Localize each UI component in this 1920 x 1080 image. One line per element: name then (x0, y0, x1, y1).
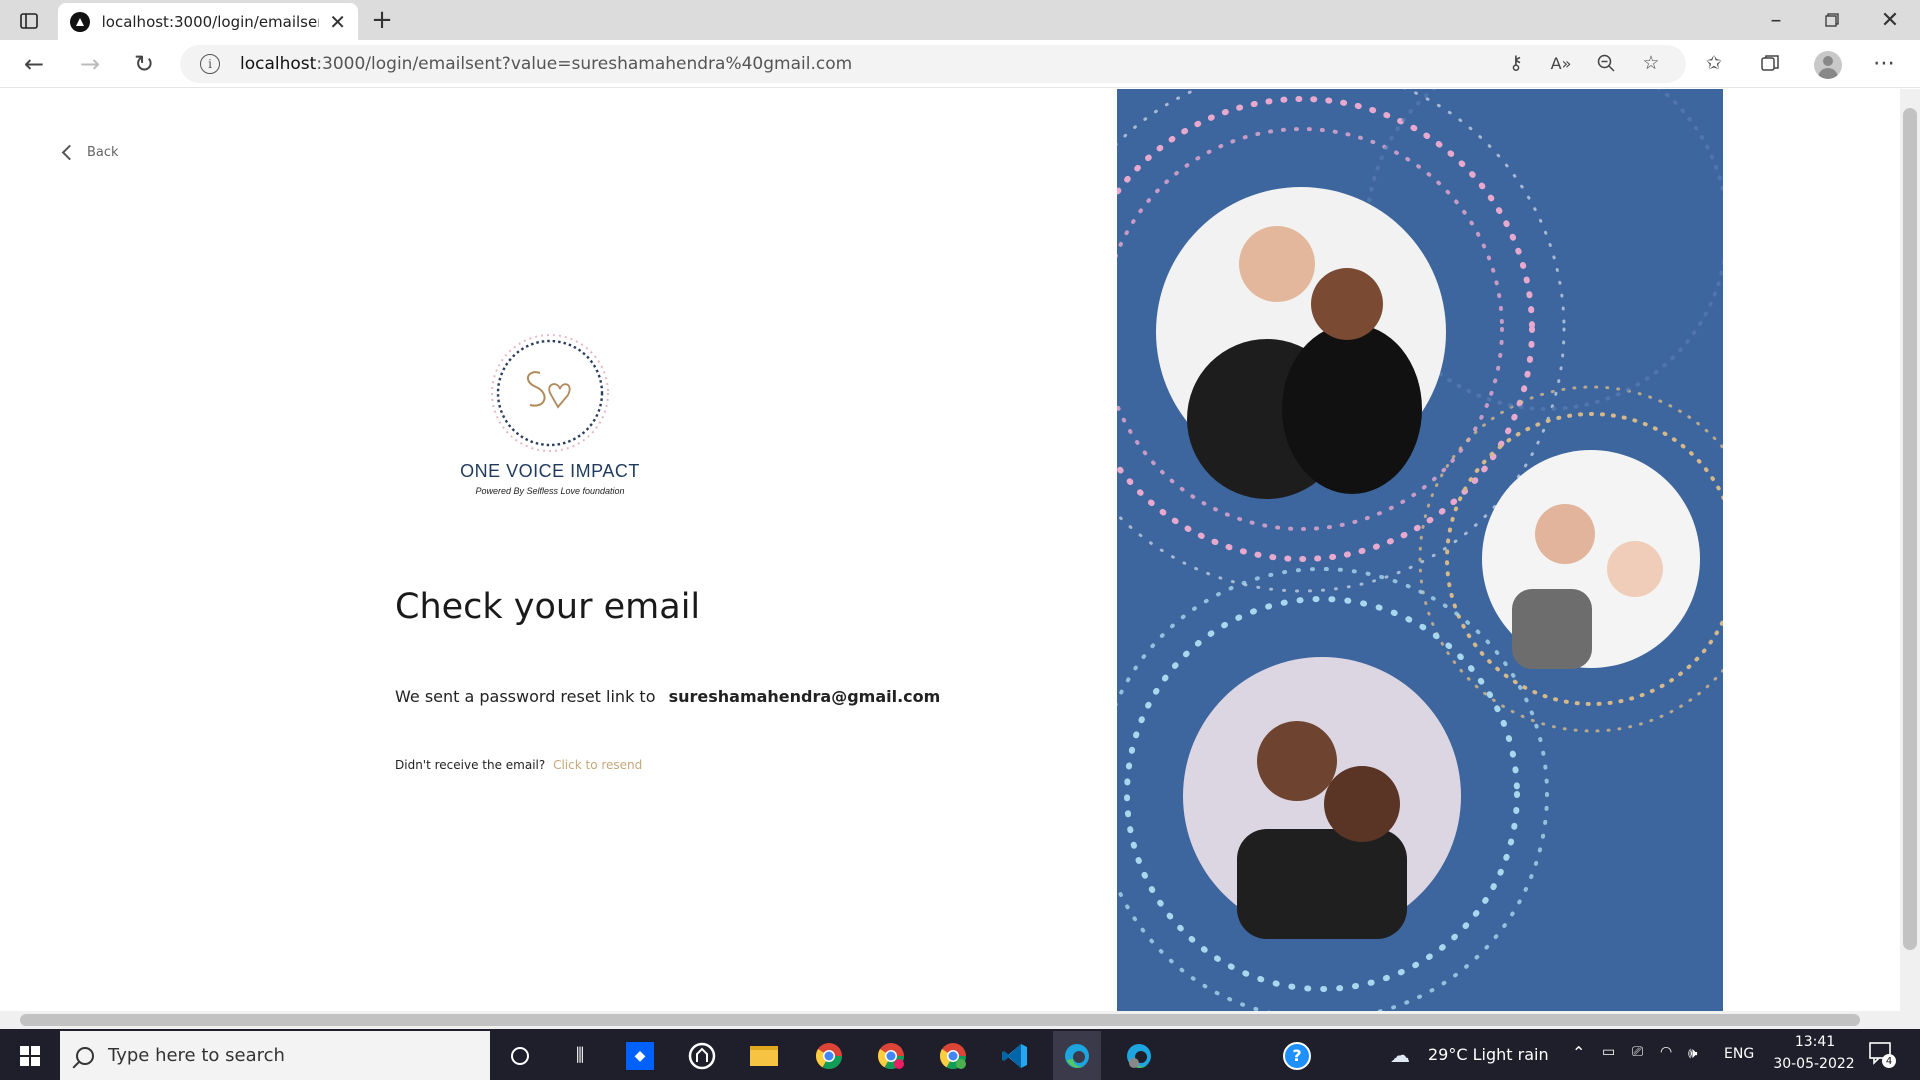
settings-more-icon[interactable]: ⋯ (1868, 47, 1900, 79)
chevron-left-icon (61, 144, 78, 161)
key-icon[interactable]: ⚷ (1500, 47, 1532, 79)
notifications-icon[interactable]: 4 (1868, 1040, 1896, 1068)
edge-profile-icon[interactable] (1115, 1031, 1163, 1080)
url-host: localhost (240, 54, 317, 74)
add-favorite-star-icon[interactable]: ☆ (1635, 47, 1667, 79)
github-desktop-icon[interactable] (678, 1031, 726, 1080)
hero-image-panel (1117, 89, 1723, 1011)
network-icon[interactable]: ◠ (1660, 1044, 1672, 1060)
tab-actions-icon[interactable] (14, 6, 44, 36)
address-bar[interactable]: i localhost:3000/login/emailsent?value=s… (180, 45, 1686, 83)
hero-illustration (1117, 89, 1723, 1011)
page-title: Check your email (395, 587, 701, 627)
site-favicon-icon (70, 11, 90, 32)
back-arrow-icon[interactable]: ← (18, 48, 50, 80)
active-tab[interactable]: localhost:3000/login/emailsent?value=sur… (58, 3, 358, 40)
resend-link[interactable]: Click to resend (553, 758, 642, 772)
taskbar-search-box[interactable]: Type here to search (60, 1031, 490, 1080)
close-tab-icon[interactable]: ✕ (329, 10, 346, 34)
read-aloud-icon[interactable]: A» (1545, 47, 1577, 79)
file-explorer-icon[interactable] (740, 1031, 788, 1080)
folder-shape (750, 1045, 778, 1066)
help-icon[interactable]: ? (1273, 1031, 1321, 1080)
brand-name: ONE VOICE IMPACT (460, 461, 640, 481)
battery-icon[interactable]: ▭ (1602, 1044, 1615, 1060)
weather-cloud-icon[interactable]: ☁ (1390, 1043, 1410, 1067)
new-tab-button[interactable]: + (366, 4, 398, 36)
page-viewport: Back ONE VOICE IMPACT Powered By Selfles… (0, 89, 1900, 1011)
notification-count-badge: 4 (1882, 1054, 1896, 1068)
close-window-button[interactable]: ✕ (1874, 4, 1906, 36)
reset-link-message: We sent a password reset link to suresha… (395, 687, 940, 706)
vertical-scroll-thumb[interactable] (1903, 108, 1917, 950)
collections-icon[interactable] (1754, 47, 1786, 79)
search-icon (76, 1046, 94, 1065)
forward-arrow-icon[interactable]: → (74, 48, 106, 80)
reset-message-text: We sent a password reset link to (395, 687, 656, 706)
url-path: :3000/login/emailsent?value=sureshamahen… (316, 54, 853, 74)
zoom-out-icon[interactable] (1590, 47, 1622, 79)
restore-window-button[interactable] (1816, 4, 1848, 36)
resend-row: Didn't receive the email? Click to resen… (395, 758, 642, 772)
brand-logo-mark-icon (491, 334, 609, 452)
edge-browser-icon[interactable] (1053, 1031, 1101, 1080)
task-view-icon[interactable]: ⫼ (556, 1031, 604, 1080)
dropbox-icon[interactable]: ◆ (616, 1031, 664, 1080)
back-label: Back (87, 145, 119, 160)
clock-time[interactable]: 13:41 (1780, 1034, 1850, 1050)
cortana-icon[interactable] (496, 1031, 544, 1080)
vscode-icon[interactable] (991, 1031, 1039, 1080)
tab-title: localhost:3000/login/emailsent?value=sur… (101, 12, 320, 31)
chrome-profile-1-icon[interactable] (805, 1031, 853, 1080)
avatar-head (1823, 56, 1833, 66)
dropbox-tile: ◆ (626, 1041, 654, 1070)
horizontal-scroll-thumb[interactable] (20, 1014, 1860, 1026)
site-info-icon[interactable]: i (200, 54, 220, 74)
device-icon[interactable]: ⎚ (1632, 1044, 1643, 1060)
favorites-icon[interactable]: ✩ (1698, 47, 1730, 79)
windows-start-icon[interactable] (6, 1031, 54, 1080)
help-badge: ? (1283, 1041, 1311, 1070)
volume-icon[interactable]: 🕪 (1688, 1044, 1697, 1062)
chrome-profile-3-icon[interactable] (929, 1031, 977, 1080)
brand-tagline: Powered By Selfless Love foundation (475, 486, 625, 496)
resend-prompt: Didn't receive the email? (395, 758, 546, 772)
refresh-icon[interactable]: ↻ (128, 48, 160, 80)
search-placeholder: Type here to search (108, 1045, 285, 1066)
recipient-email: sureshamahendra@gmail.com (668, 687, 941, 706)
minimize-window-button[interactable]: – (1760, 4, 1792, 36)
back-link[interactable]: Back (61, 144, 119, 161)
input-language[interactable]: ENG (1724, 1046, 1754, 1062)
chevron-up-icon[interactable]: ⌃ (1572, 1043, 1585, 1062)
clock-date[interactable]: 30-05-2022 (1766, 1056, 1862, 1072)
brand-logo: ONE VOICE IMPACT Powered By Selfless Lov… (440, 331, 660, 496)
weather-text[interactable]: 29°C Light rain (1428, 1045, 1549, 1064)
profile-avatar[interactable] (1814, 51, 1842, 79)
chrome-profile-2-icon[interactable] (867, 1031, 915, 1080)
